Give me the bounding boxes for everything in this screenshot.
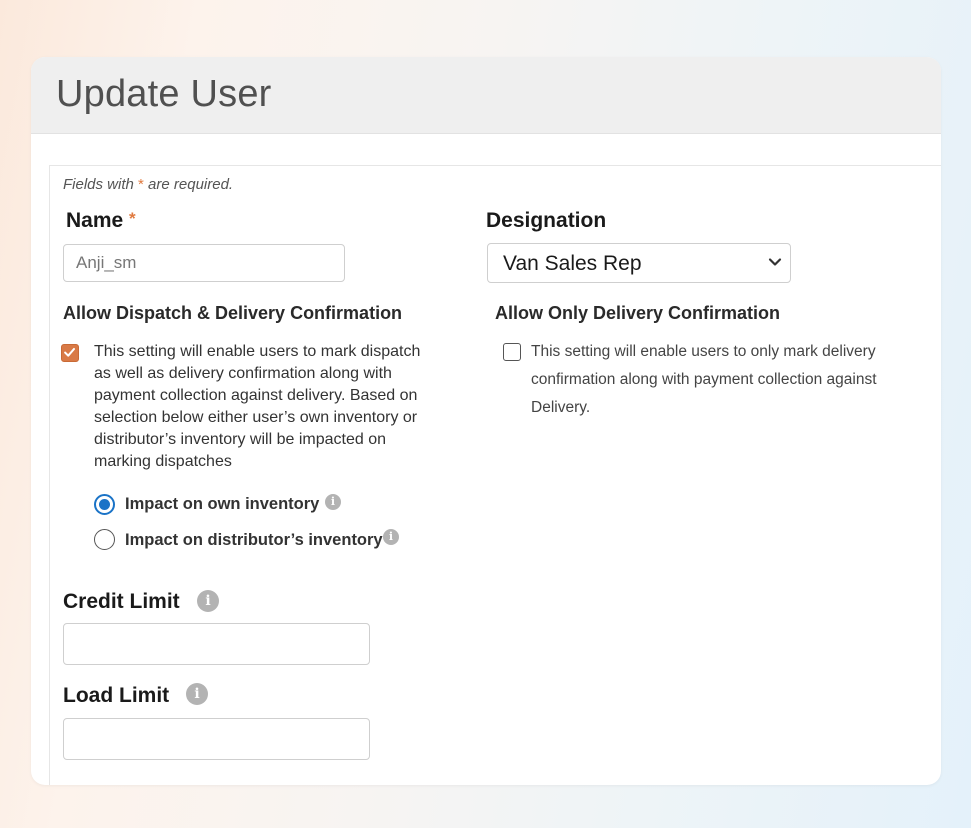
chevron-down-icon [768, 258, 782, 266]
load-limit-input[interactable] [63, 718, 370, 760]
update-user-card: Update User Fields with * are required. … [31, 57, 941, 785]
name-label: Name * [66, 209, 136, 232]
own-inventory-radio[interactable] [94, 494, 115, 515]
update-user-form: Fields with * are required. Name * Desig… [49, 165, 941, 785]
load-limit-label: Load Limit [63, 684, 170, 707]
credit-limit-input[interactable] [63, 623, 370, 665]
delivery-only-label: Allow Only Delivery Confirmation [495, 303, 781, 323]
distributor-inventory-label[interactable]: Impact on distributor’s inventory [125, 531, 383, 550]
distributor-inventory-radio[interactable] [94, 529, 115, 550]
designation-select[interactable]: Van Sales Rep [487, 243, 791, 283]
radio-selected-dot [99, 499, 110, 510]
dispatch-delivery-description: This setting will enable users to mark d… [94, 343, 421, 470]
delivery-only-description: This setting will enable users to only m… [531, 343, 877, 416]
name-input[interactable] [63, 244, 345, 282]
info-icon[interactable]: i [186, 683, 208, 705]
info-icon[interactable]: i [197, 590, 219, 612]
name-required-marker: * [129, 209, 136, 228]
info-icon[interactable]: i [383, 529, 399, 545]
page-title: Update User [56, 73, 272, 115]
dispatch-delivery-label: Allow Dispatch & Delivery Confirmation [63, 303, 403, 323]
required-fields-note: Fields with * are required. [63, 176, 234, 193]
dispatch-delivery-checkbox[interactable] [61, 344, 79, 362]
designation-selected-value: Van Sales Rep [503, 252, 642, 275]
delivery-only-checkbox[interactable] [503, 343, 521, 361]
checkmark-icon [64, 347, 76, 357]
credit-limit-label: Credit Limit [63, 590, 180, 613]
own-inventory-label[interactable]: Impact on own inventory [125, 495, 319, 514]
info-icon[interactable]: i [325, 494, 341, 510]
card-header: Update User [31, 57, 941, 134]
designation-label: Designation [486, 209, 607, 232]
